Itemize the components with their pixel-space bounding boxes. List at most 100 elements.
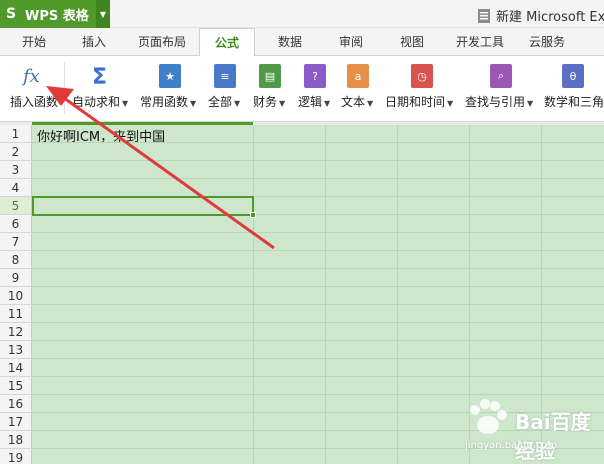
row-header-18[interactable]: 18	[0, 431, 32, 449]
wps-app-menu-button[interactable]: S WPS 表格	[0, 0, 96, 28]
row-header-1[interactable]: 1	[0, 125, 32, 143]
wps-logo-icon: S	[6, 6, 17, 22]
insert-function-label: 插入函数	[10, 95, 59, 109]
common-functions-label: 常用函数 ▼	[140, 95, 197, 109]
autosum-button[interactable]: Σ 自动求和 ▼	[70, 56, 132, 122]
grid-row-line	[32, 376, 604, 377]
lookup-reference-label: 查找与引用 ▼	[465, 95, 534, 109]
list-icon: ≡	[214, 64, 236, 88]
grid-row-line	[32, 142, 604, 143]
row-header-5[interactable]: 5	[0, 197, 32, 215]
all-functions-label: 全部 ▼	[208, 95, 241, 109]
chevron-down-icon: ▼	[527, 99, 534, 108]
tab-view[interactable]: 视图	[392, 28, 432, 56]
row-header-2[interactable]: 2	[0, 143, 32, 161]
row-header-16[interactable]: 16	[0, 395, 32, 413]
tab-home[interactable]: 开始	[14, 28, 54, 56]
document-title-text: 新建 Microsoft Exc	[496, 10, 604, 25]
search-icon: ⌕	[490, 64, 512, 88]
autosum-label: 自动求和 ▼	[72, 95, 129, 109]
spreadsheet-file-icon	[478, 8, 490, 23]
text-functions-label: 文本 ▼	[341, 95, 374, 109]
app-menu-dropdown-button[interactable]: ▼	[96, 0, 110, 28]
grid-column-line	[325, 125, 326, 464]
clock-icon: ◷	[411, 64, 433, 88]
insert-function-button[interactable]: fx 插入函数	[4, 56, 62, 122]
grid-row-line	[32, 340, 604, 341]
chevron-down-icon: ▼	[447, 99, 454, 108]
watermark-url: jingyan.baidu.com	[465, 440, 558, 451]
baidu-jingyan-watermark: Bai百度 经验 jingyan.baidu.com	[465, 398, 597, 463]
grid-row-line	[32, 268, 604, 269]
row-header-15[interactable]: 15	[0, 377, 32, 395]
grid-column-line	[253, 125, 254, 464]
logic-label: 逻辑 ▼	[298, 95, 331, 109]
theta-icon: θ	[562, 64, 584, 88]
date-time-label: 日期和时间 ▼	[385, 95, 454, 109]
tab-formula[interactable]: 公式	[199, 28, 255, 57]
tab-review[interactable]: 审阅	[331, 28, 371, 56]
tab-insert[interactable]: 插入	[74, 28, 114, 56]
chevron-down-icon: ▼	[279, 99, 286, 108]
date-time-button[interactable]: ◷ 日期和时间 ▼	[383, 56, 461, 122]
document-title[interactable]: 新建 Microsoft Exc	[478, 6, 604, 25]
grid-row-line	[32, 304, 604, 305]
finance-label: 财务 ▼	[253, 95, 286, 109]
finance-icon: ▤	[259, 64, 281, 88]
row-header-3[interactable]: 3	[0, 161, 32, 179]
sigma-icon: Σ	[92, 65, 107, 89]
grid-row-line	[32, 394, 604, 395]
row-header-17[interactable]: 17	[0, 413, 32, 431]
row-header-9[interactable]: 9	[0, 269, 32, 287]
fx-icon: fx	[21, 66, 40, 87]
math-trig-button[interactable]: θ 数学和三角	[542, 56, 604, 122]
common-functions-button[interactable]: ★ 常用函数 ▼	[138, 56, 202, 122]
grid-row-line	[32, 160, 604, 161]
chevron-down-icon: ▼	[99, 9, 107, 19]
all-functions-button[interactable]: ≡ 全部 ▼	[205, 56, 245, 122]
chevron-down-icon: ▼	[324, 99, 331, 108]
tab-data[interactable]: 数据	[270, 28, 310, 56]
row-header-4[interactable]: 4	[0, 179, 32, 197]
wps-window: S WPS 表格 ▼ 新建 Microsoft Exc 开始 插入 页面布局 公…	[0, 0, 604, 464]
row-header-6[interactable]: 6	[0, 215, 32, 233]
finance-button[interactable]: ▤ 财务 ▼	[250, 56, 290, 122]
ribbon-separator	[64, 62, 65, 114]
chevron-down-icon: ▼	[367, 99, 374, 108]
grid-column-line	[397, 125, 398, 464]
lookup-reference-button[interactable]: ⌕ 查找与引用 ▼	[463, 56, 539, 122]
star-icon: ★	[159, 64, 181, 88]
svg-text:Σ: Σ	[92, 65, 107, 89]
app-name: WPS 表格	[25, 8, 89, 24]
row-header-10[interactable]: 10	[0, 287, 32, 305]
question-icon: ?	[304, 64, 326, 88]
tab-cloud-service[interactable]: 云服务	[524, 28, 570, 56]
tab-developer-tools[interactable]: 开发工具	[449, 28, 511, 56]
row-header-8[interactable]: 8	[0, 251, 32, 269]
grid-row-line	[32, 322, 604, 323]
chevron-down-icon: ▼	[122, 99, 129, 108]
grid-row-line	[32, 178, 604, 179]
text-functions-button[interactable]: a 文本 ▼	[338, 56, 378, 122]
grid-row-line	[32, 358, 604, 359]
ribbon-tab-bar: 开始 插入 页面布局 公式 数据 审阅 视图 开发工具 云服务	[0, 28, 604, 57]
logic-button[interactable]: ? 逻辑 ▼	[295, 56, 335, 122]
text-a-icon: a	[347, 64, 369, 88]
row-header-11[interactable]: 11	[0, 305, 32, 323]
grid-row-line	[32, 286, 604, 287]
paw-logo-icon	[470, 399, 507, 434]
chevron-down-icon: ▼	[234, 99, 241, 108]
chevron-down-icon: ▼	[190, 99, 197, 108]
watermark-text: Bai百度 经验	[515, 410, 591, 463]
fill-handle[interactable]	[250, 212, 256, 218]
row-header-12[interactable]: 12	[0, 323, 32, 341]
row-header-19[interactable]: 19	[0, 449, 32, 464]
row-header-14[interactable]: 14	[0, 359, 32, 377]
row-header-7[interactable]: 7	[0, 233, 32, 251]
grid-row-line	[32, 232, 604, 233]
row-header-13[interactable]: 13	[0, 341, 32, 359]
formula-ribbon: fx 插入函数 Σ 自动求和 ▼ ★ 常用函数 ▼ ≡ 全部 ▼ ▤ 财务 ▼ ? 逻辑…	[0, 56, 604, 122]
grid-row-line	[32, 250, 604, 251]
tab-page-layout[interactable]: 页面布局	[132, 28, 192, 56]
selected-cell-a5[interactable]	[32, 196, 256, 218]
